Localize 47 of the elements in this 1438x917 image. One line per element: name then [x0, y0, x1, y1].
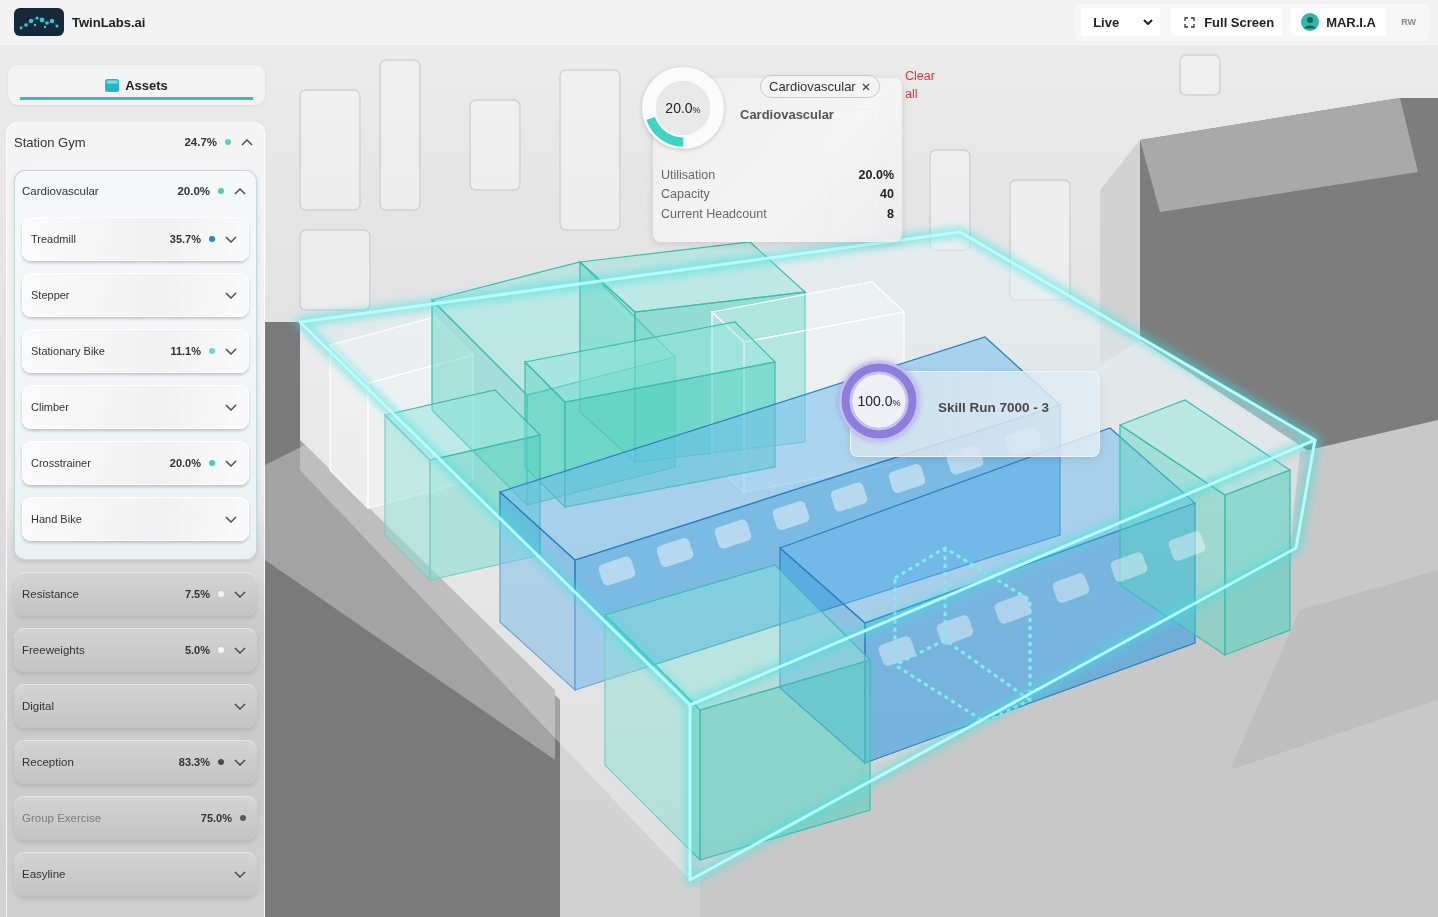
stat-label: Capacity	[661, 186, 710, 203]
tree-item[interactable]: Stepper	[22, 273, 249, 317]
machine-silhouette	[1179, 54, 1221, 96]
user-button[interactable]: MAR.I.A	[1291, 8, 1387, 36]
zone-title: Cardiovascular	[740, 106, 835, 124]
percent-value: 83.3%	[178, 756, 210, 768]
access-level-label: RW	[1401, 17, 1416, 27]
tree-item[interactable]: Digital	[14, 684, 257, 728]
percent-value: 24.7%	[184, 136, 217, 148]
tree-item[interactable]: Reception 83.3%	[14, 740, 257, 784]
box-icon	[105, 78, 120, 92]
tree-item[interactable]: Station Gym 24.7%	[14, 127, 257, 157]
tree-item[interactable]: Resistance 7.5%	[14, 572, 257, 616]
logo-icon	[14, 8, 64, 36]
fullscreen-button[interactable]: Full Screen	[1171, 8, 1283, 36]
asset-title: Skill Run 7000 - 3	[938, 399, 1050, 415]
tree-item[interactable]: Crosstrainer 20.0%	[22, 441, 249, 485]
filter-chip[interactable]: Cardiovascular	[760, 75, 880, 98]
stat-value: 40	[880, 186, 894, 203]
stat-label: Utilisation	[661, 166, 716, 184]
stat-label: Current Headcount	[661, 205, 767, 223]
percent-value: 35.7%	[169, 233, 201, 245]
stat-value: 8	[887, 205, 894, 223]
tree-item[interactable]: Cardiovascular 20.0%	[22, 177, 249, 205]
tree-item[interactable]: Stationary Bike 11.1%	[22, 329, 249, 373]
close-icon	[861, 82, 870, 91]
sidebar-tab[interactable]: Assets	[20, 73, 253, 100]
stat-value: 20.0%	[858, 166, 894, 184]
percent-value: 75.0%	[200, 812, 232, 824]
avatar-icon	[1301, 13, 1320, 31]
mode-select[interactable]: Live	[1081, 8, 1161, 36]
percent-value: 20.0%	[177, 185, 210, 197]
percent-value: 11.1%	[170, 345, 201, 357]
tree-item[interactable]: Treadmill 35.7%	[22, 217, 249, 261]
tree-item[interactable]: Hand Bike	[22, 497, 249, 541]
clear-all-link[interactable]: Clear all	[905, 67, 945, 103]
tree-item[interactable]: Climber	[22, 385, 249, 429]
percent-value: 5.0%	[184, 644, 210, 656]
gauge-reading: 100.0%	[857, 393, 901, 409]
gauge-reading: 20.0%	[665, 100, 701, 116]
tree-item[interactable]: Freeweights 5.0%	[14, 628, 257, 672]
tree-item[interactable]: Easyline	[14, 852, 257, 896]
brand-name: TwinLabs.ai	[72, 14, 146, 30]
chevron-down-icon	[1143, 19, 1154, 25]
percent-value: 7.5%	[184, 588, 210, 600]
fullscreen-icon	[1184, 16, 1196, 28]
percent-value: 20.0%	[169, 457, 201, 469]
